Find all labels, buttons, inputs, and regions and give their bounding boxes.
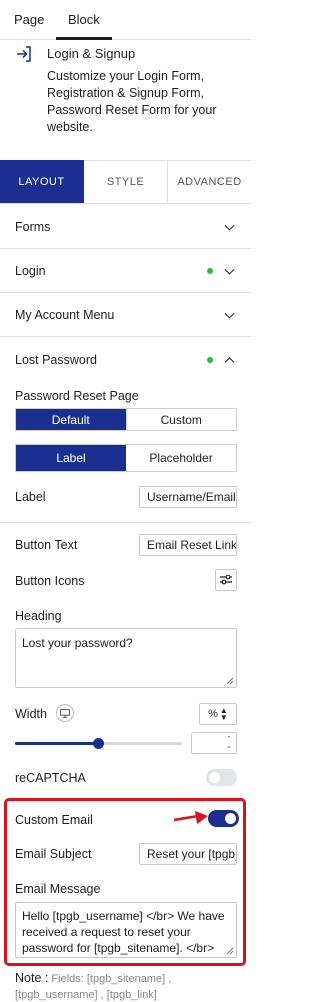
button-text-input[interactable]: Email Reset Link xyxy=(139,534,237,556)
toggle-knob xyxy=(225,813,236,824)
status-dot xyxy=(207,357,213,363)
button-icons-label: Button Icons xyxy=(15,574,85,588)
label-mode-toggle: Label Placeholder xyxy=(15,444,237,472)
option-custom[interactable]: Custom xyxy=(125,409,236,430)
email-subject-label: Email Subject xyxy=(15,847,92,861)
chevron-down-icon xyxy=(224,220,235,231)
chevron-down-icon xyxy=(224,264,235,275)
email-message-value: Hello [tpgb_username] </br> We have rece… xyxy=(22,909,225,955)
width-slider-fill xyxy=(15,742,99,745)
toggle-knob xyxy=(209,772,220,783)
email-subject-input[interactable]: Reset your [tpgb_sitename] password xyxy=(139,843,237,865)
fields-note: Note : Fields: [tpgb_sitename] , [tpgb_u… xyxy=(15,970,245,1002)
option-placeholder[interactable]: Placeholder xyxy=(126,445,236,471)
tab-layout[interactable]: LAYOUT xyxy=(0,160,84,203)
section-login-label: Login xyxy=(15,263,46,278)
tab-block[interactable]: Block xyxy=(68,12,100,27)
panel-tabs: LAYOUT STYLE ADVANCED xyxy=(0,160,251,204)
resize-grip-icon[interactable] xyxy=(224,945,234,955)
option-label[interactable]: Label xyxy=(16,445,126,471)
block-title: Login & Signup xyxy=(47,46,136,61)
password-reset-page-label: Password Reset Page xyxy=(15,389,139,403)
resize-grip-icon[interactable] xyxy=(224,675,234,685)
button-icons-settings[interactable] xyxy=(215,569,237,591)
heading-textarea[interactable]: Lost your password? xyxy=(15,628,237,688)
option-default[interactable]: Default xyxy=(16,409,126,430)
width-slider-thumb[interactable] xyxy=(93,738,104,749)
note-label: Note : xyxy=(15,971,49,985)
sliders-icon xyxy=(220,575,232,585)
top-tabs: Page Block xyxy=(0,0,251,40)
section-lost-password[interactable]: Lost Password xyxy=(0,338,251,382)
recaptcha-toggle[interactable] xyxy=(206,769,237,786)
recaptcha-label: reCAPTCHA xyxy=(15,771,86,785)
login-arrow-icon xyxy=(17,46,31,62)
block-description: Customize your Login Form, Registration … xyxy=(47,69,217,134)
width-label: Width xyxy=(15,707,47,721)
active-tab-indicator xyxy=(56,37,112,40)
section-my-account-menu-label: My Account Menu xyxy=(15,307,115,322)
tab-advanced[interactable]: ADVANCED xyxy=(168,160,251,203)
heading-value: Lost your password? xyxy=(22,636,133,650)
desktop-icon xyxy=(60,708,70,718)
width-number-input[interactable]: ⌃ ⌄ xyxy=(191,732,237,754)
password-reset-page-toggle: Default Custom xyxy=(15,408,237,431)
width-unit: % xyxy=(208,708,218,720)
section-lost-password-label: Lost Password xyxy=(15,353,97,367)
sort-arrows-icon: ▲ ▼ xyxy=(219,706,228,722)
arrow-right-icon xyxy=(174,811,208,824)
stepper-arrows-icon: ⌃ ⌄ xyxy=(226,736,232,750)
section-my-account-menu[interactable]: My Account Menu xyxy=(0,293,251,337)
responsive-device-button[interactable] xyxy=(56,704,74,722)
status-dot xyxy=(207,267,213,274)
custom-email-toggle[interactable] xyxy=(208,810,239,827)
custom-email-label: Custom Email xyxy=(15,813,93,827)
chevron-up-icon xyxy=(224,357,235,368)
button-text-label: Button Text xyxy=(15,538,78,552)
divider xyxy=(0,522,251,523)
heading-label: Heading xyxy=(15,609,62,623)
email-message-label: Email Message xyxy=(15,882,101,896)
section-forms-label: Forms xyxy=(15,219,51,234)
width-unit-select[interactable]: % ▲ ▼ xyxy=(199,703,237,725)
tab-style[interactable]: STYLE xyxy=(84,160,168,203)
email-message-textarea[interactable]: Hello [tpgb_username] </br> We have rece… xyxy=(15,902,237,958)
section-login[interactable]: Login xyxy=(0,249,251,293)
tab-page[interactable]: Page xyxy=(14,12,44,27)
label-field-label: Label xyxy=(15,490,46,504)
chevron-down-icon xyxy=(224,308,235,319)
width-slider[interactable] xyxy=(15,738,182,749)
section-forms[interactable]: Forms xyxy=(0,205,251,249)
label-field-input[interactable]: Username/Email xyxy=(139,486,237,508)
